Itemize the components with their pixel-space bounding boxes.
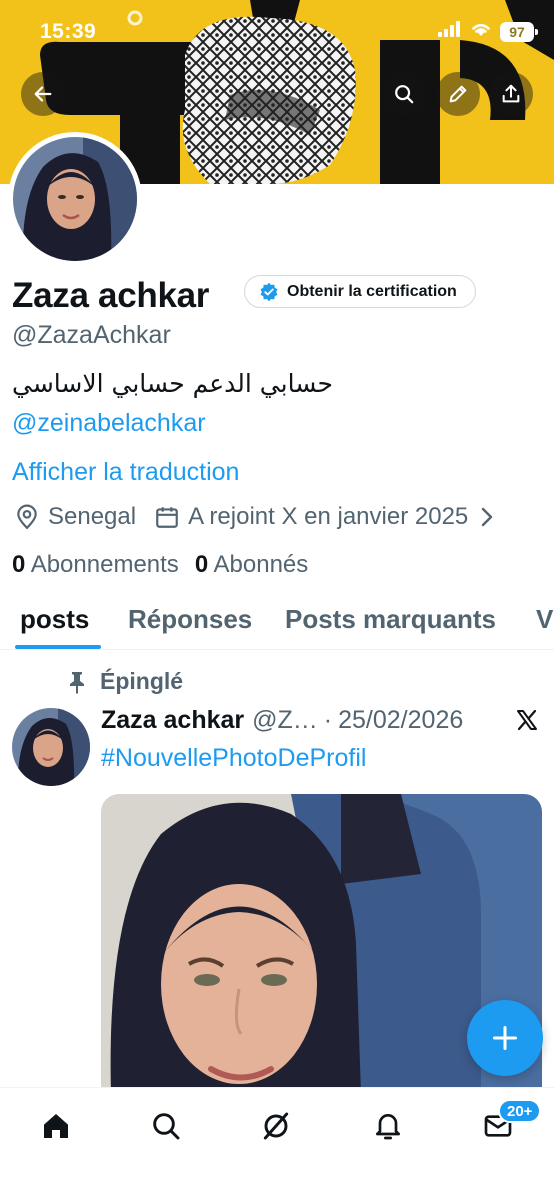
pin-icon xyxy=(70,671,84,694)
wifi-icon xyxy=(470,21,492,42)
status-time: 15:39 xyxy=(40,20,97,43)
bottom-navigation xyxy=(0,1087,554,1199)
post-hashtag[interactable]: #NouvellePhotoDeProfil xyxy=(101,744,366,773)
tab-highlights[interactable]: Posts marquants xyxy=(285,604,496,635)
pinned-indicator: Épinglé xyxy=(66,668,183,695)
plus-icon xyxy=(492,1025,518,1051)
edit-button[interactable] xyxy=(436,72,480,116)
following-label: Abonnements xyxy=(30,551,179,578)
following-link[interactable]: 0 Abonnements xyxy=(12,551,179,579)
tab-replies[interactable]: Réponses xyxy=(128,604,252,635)
nav-search[interactable] xyxy=(146,1106,186,1146)
get-certification-button[interactable]: Obtenir la certification xyxy=(244,275,476,308)
nav-notifications[interactable] xyxy=(368,1106,408,1146)
followers-label: Abonnés xyxy=(213,551,309,578)
compose-post-button[interactable] xyxy=(467,1000,543,1076)
share-icon xyxy=(502,84,520,103)
x-logo-icon xyxy=(515,708,539,739)
location-pin-icon xyxy=(14,504,40,530)
profile-location: Senegal xyxy=(48,503,137,530)
post-author-name[interactable]: Zaza achkar xyxy=(101,706,244,735)
back-button[interactable] xyxy=(21,72,65,116)
calendar-icon xyxy=(154,504,180,530)
profile-meta: Senegal A rejoint X en janvier 2025 xyxy=(14,503,496,531)
post-author-handle: @Z… xyxy=(252,706,318,734)
active-tab-indicator xyxy=(15,645,101,649)
pinned-label: Épinglé xyxy=(100,668,184,694)
nav-home[interactable] xyxy=(36,1106,76,1146)
show-translation-link[interactable]: Afficher la traduction xyxy=(12,458,239,487)
grok-icon xyxy=(263,1112,289,1140)
messages-badge: 20+ xyxy=(498,1099,542,1123)
home-icon xyxy=(44,1114,68,1138)
post-date: 25/02/2026 xyxy=(338,706,464,734)
follow-stats: 0 Abonnements 0 Abonnés xyxy=(12,551,308,579)
profile-tabs: posts Réponses Posts marquants V xyxy=(0,598,554,650)
post-header: Zaza achkar @Z… · 25/02/2026 xyxy=(101,706,541,735)
tab-posts[interactable]: posts xyxy=(20,604,89,635)
followers-count: 0 xyxy=(194,551,209,578)
status-bar: 15:39 97 xyxy=(0,0,554,60)
certification-label: Obtenir la certification xyxy=(287,282,457,300)
post-separator: · xyxy=(323,706,333,734)
verified-badge-icon xyxy=(260,282,278,301)
bio-mention-link[interactable]: @zeinabelachkar xyxy=(12,409,206,438)
profile-name: Zaza achkar xyxy=(12,276,210,315)
notifications-icon xyxy=(376,1114,400,1140)
tab-overflow[interactable]: V xyxy=(536,604,553,635)
followers-link[interactable]: 0 Abonnés xyxy=(195,551,308,579)
following-count: 0 xyxy=(12,551,26,578)
signal-icon xyxy=(438,21,462,42)
search-icon xyxy=(153,1113,180,1140)
nav-grok[interactable] xyxy=(256,1106,296,1146)
profile-handle: @ZazaAchkar xyxy=(12,321,171,349)
joined-date: A rejoint X en janvier 2025 xyxy=(188,503,469,530)
battery-indicator: 97 xyxy=(500,21,538,42)
search-profile-button[interactable] xyxy=(382,72,426,116)
chevron-right-icon[interactable] xyxy=(478,506,496,528)
edit-pencil-icon xyxy=(449,85,467,103)
avatar-image xyxy=(13,137,137,261)
search-icon xyxy=(395,85,414,104)
profile-bio: حسابي الدعم حسابي الاساسي xyxy=(12,369,333,398)
back-arrow-icon xyxy=(34,86,52,102)
share-button[interactable] xyxy=(489,72,533,116)
profile-avatar[interactable] xyxy=(8,132,142,266)
post-author-avatar[interactable] xyxy=(12,708,90,786)
